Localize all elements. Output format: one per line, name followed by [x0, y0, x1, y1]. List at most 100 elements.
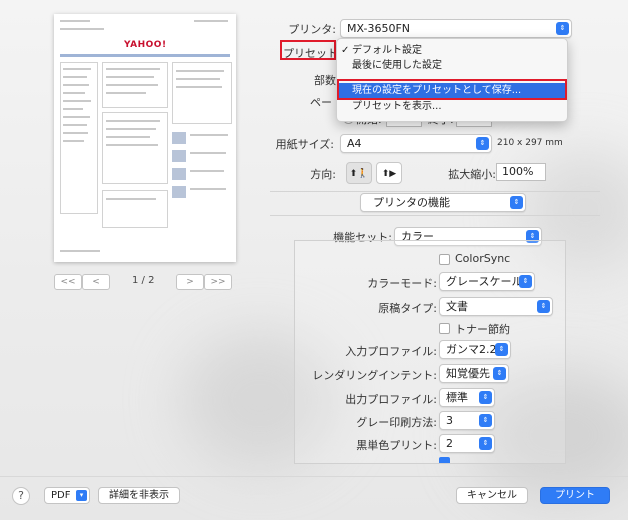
document-type-value: 文書 — [446, 300, 468, 313]
chevron-down-icon: ▾ — [76, 490, 87, 501]
preview-text — [63, 100, 91, 102]
printer-select[interactable]: MX-3650FN ⇕ — [340, 19, 572, 38]
printer-value: MX-3650FN — [347, 22, 410, 35]
portrait-button[interactable]: ⬆🚶 — [346, 162, 372, 184]
chevron-updown-icon: ⇕ — [495, 343, 508, 356]
color-mode-select[interactable]: グレースケール ⇕ — [439, 272, 535, 291]
chevron-updown-icon: ⇕ — [479, 437, 492, 450]
input-profile-label: 入力プロファイル: — [345, 345, 437, 358]
preview-text — [176, 70, 224, 72]
orientation-label: 方向: — [310, 168, 336, 181]
chevron-updown-icon: ⇕ — [476, 137, 489, 150]
gray-print-method-select[interactable]: 3 ⇕ — [439, 411, 495, 430]
preview-text — [60, 250, 100, 252]
page-indicator: 1 / 2 — [132, 275, 155, 286]
preview-text — [63, 124, 87, 126]
preview-text — [63, 92, 85, 94]
preview-box — [102, 190, 168, 228]
preview-text — [63, 68, 91, 70]
first-page-button[interactable]: << — [54, 274, 82, 290]
output-profile-label: 出力プロファイル: — [345, 393, 437, 406]
divider — [270, 191, 600, 192]
preview-thumbnail — [172, 132, 186, 144]
menu-item-default[interactable]: ✓ デフォルト設定 — [337, 43, 567, 58]
menu-item-last-used[interactable]: 最後に使用した設定 — [337, 58, 567, 73]
preview-text — [63, 84, 89, 86]
preview-text — [106, 128, 156, 130]
chevron-updown-icon: ⇕ — [556, 22, 569, 35]
black-print-select[interactable]: 2 ⇕ — [439, 434, 495, 453]
output-profile-select[interactable]: 標準 ⇕ — [439, 388, 495, 407]
cancel-button[interactable]: キャンセル — [456, 487, 528, 504]
toner-save-label: トナー節約 — [455, 323, 510, 336]
menu-item-label: プリセットを表示... — [352, 101, 442, 112]
preview-thumbnail — [172, 168, 186, 180]
preview-box — [102, 112, 168, 184]
preview-text — [106, 198, 156, 200]
output-profile-value: 標準 — [446, 391, 468, 404]
paper-size-select[interactable]: A4 ⇕ — [340, 134, 492, 153]
printer-label: プリンタ: — [288, 23, 336, 36]
gray-print-method-value: 3 — [446, 414, 453, 427]
preview-text — [190, 152, 226, 154]
pdf-menu-button[interactable]: PDF ▾ — [44, 487, 90, 504]
help-button[interactable]: ? — [12, 487, 30, 505]
chevron-updown-icon: ⇕ — [479, 414, 492, 427]
toner-save-checkbox[interactable] — [439, 323, 450, 334]
landscape-button[interactable]: ⬆▶ — [376, 162, 402, 184]
paper-size-value: A4 — [347, 137, 362, 150]
chevron-updown-icon: ⇕ — [537, 300, 550, 313]
input-profile-select[interactable]: ガンマ2.2 ⇕ — [439, 340, 511, 359]
annotation-box-save-preset — [337, 79, 567, 100]
black-print-label: 黒単色プリント: — [356, 439, 437, 452]
previous-page-button[interactable]: < — [82, 274, 110, 290]
print-button[interactable]: プリント — [540, 487, 610, 504]
hide-details-button[interactable]: 詳細を非表示 — [98, 487, 180, 504]
section-select[interactable]: プリンタの機能 ⇕ — [360, 193, 526, 212]
pdf-label: PDF — [51, 490, 71, 501]
preview-text — [106, 92, 146, 94]
preview-text — [190, 134, 228, 136]
preview-text — [194, 20, 228, 22]
rendering-intent-value: 知覚優先 — [446, 367, 490, 380]
chevron-updown-icon: ⇕ — [519, 275, 532, 288]
landscape-orientation-icon: ⬆▶ — [381, 169, 397, 179]
preview-text — [190, 188, 226, 190]
chevron-updown-icon: ⇕ — [510, 196, 523, 209]
pages-label: ペー — [310, 96, 332, 109]
printer-features-panel: ColorSync カラーモード: グレースケール ⇕ 原稿タイプ: 文書 ⇕ … — [294, 240, 566, 464]
section-value: プリンタの機能 — [373, 196, 450, 209]
divider — [0, 476, 628, 477]
preview-text — [63, 132, 88, 134]
preview-text — [106, 136, 150, 138]
preview-logo: YAHOO! — [124, 40, 167, 50]
rendering-intent-label: レンダリングインテント: — [312, 369, 437, 382]
black-print-value: 2 — [446, 437, 453, 450]
menu-item-show-presets[interactable]: プリセットを表示... — [337, 99, 567, 114]
color-mode-value: グレースケール — [446, 275, 523, 288]
preview-text — [106, 76, 154, 78]
rendering-intent-select[interactable]: 知覚優先 ⇕ — [439, 364, 509, 383]
annotation-box-preset — [280, 40, 336, 60]
colorsync-checkbox[interactable] — [439, 254, 450, 265]
copies-label: 部数 — [314, 74, 336, 87]
checkmark-icon: ✓ — [341, 45, 350, 56]
chevron-updown-icon: ⇕ — [479, 391, 492, 404]
checked-checkbox[interactable] — [439, 457, 450, 463]
document-type-select[interactable]: 文書 ⇕ — [439, 297, 553, 316]
chevron-updown-icon: ⇕ — [493, 367, 506, 380]
preview-text — [106, 68, 160, 70]
preview-text — [60, 20, 90, 22]
divider — [270, 215, 600, 216]
scale-label: 拡大縮小: — [448, 168, 496, 181]
preview-text — [176, 86, 222, 88]
scale-field[interactable]: 100% — [496, 163, 546, 181]
last-page-button[interactable]: >> — [204, 274, 232, 290]
input-profile-value: ガンマ2.2 — [446, 343, 497, 356]
next-page-button[interactable]: > — [176, 274, 204, 290]
portrait-orientation-icon: ⬆🚶 — [349, 169, 369, 179]
preview-thumbnail — [172, 186, 186, 198]
preview-text — [176, 78, 220, 80]
preview-thumbnail — [172, 150, 186, 162]
preview-text — [63, 108, 83, 110]
